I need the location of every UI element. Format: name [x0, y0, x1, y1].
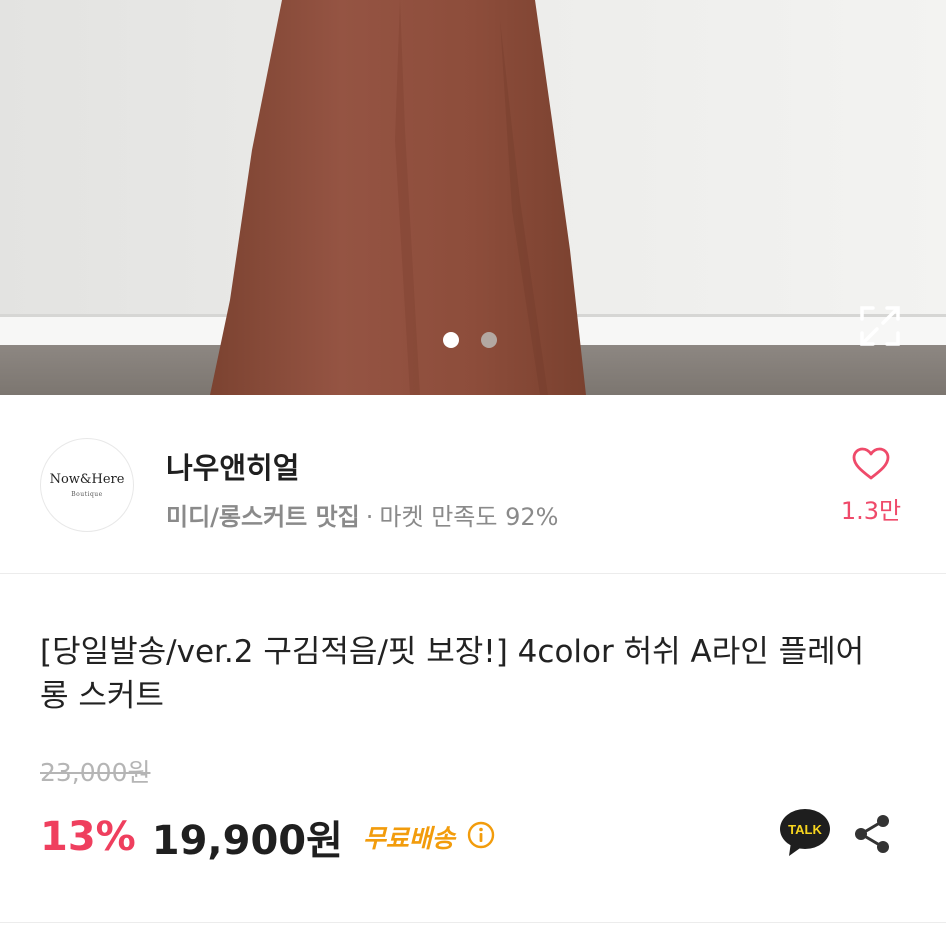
like-count: 1.3만 [840, 497, 902, 525]
carousel-dot-1[interactable] [443, 332, 459, 348]
store-tagline: 미디/롱스커트 맛집 [166, 503, 360, 531]
logo-subtext: Boutique [71, 491, 103, 498]
section-divider [0, 922, 946, 923]
carousel-dot-2[interactable] [481, 332, 497, 348]
like-button[interactable]: 1.3만 [836, 447, 906, 526]
store-satisfaction: 마켓 만족도 92% [379, 503, 559, 531]
talk-label: TALK [788, 822, 822, 837]
kakao-talk-button[interactable]: TALK [779, 808, 831, 862]
heart-icon [852, 447, 890, 485]
store-meta: 미디/롱스커트 맛집 · 마켓 만족도 92% [166, 497, 558, 532]
product-image[interactable] [0, 0, 946, 395]
talk-bubble-icon: TALK [780, 809, 830, 856]
logo-text: Now&Here [49, 472, 125, 487]
store-logo[interactable]: Now&Here Boutique [40, 438, 134, 532]
price-row: 13% 19,900원 무료배송 [40, 808, 495, 866]
product-title: [당일발송/ver.2 구김적음/핏 보장!] 4color 허쉬 A라인 플레… [40, 634, 865, 714]
carousel-indicator [443, 332, 497, 348]
info-icon[interactable] [467, 821, 495, 853]
discount-rate: 13% [40, 814, 136, 860]
free-shipping-label: 무료배송 [362, 824, 455, 853]
expand-icon[interactable] [859, 305, 901, 347]
sale-price: 19,900원 [151, 818, 343, 864]
store-name[interactable]: 나우앤히얼 [166, 445, 299, 487]
meta-separator: · [365, 503, 374, 531]
store-section: Now&Here Boutique 나우앤히얼 미디/롱스커트 맛집 · 마켓 만족… [0, 395, 946, 574]
share-icon[interactable] [852, 813, 892, 859]
original-price: 23,000원 [40, 758, 151, 787]
